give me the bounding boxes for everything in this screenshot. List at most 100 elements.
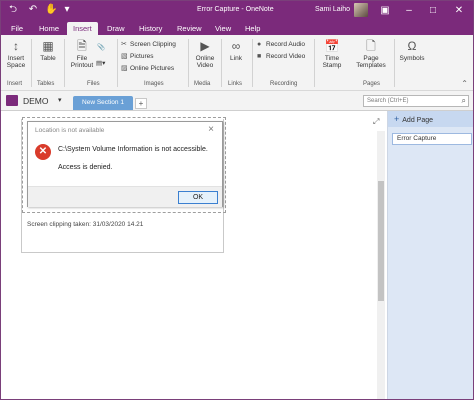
back-icon[interactable]: ⮌	[7, 4, 19, 16]
file-printout-icon: 🗎	[77, 39, 87, 53]
divider	[221, 39, 222, 87]
page-template-icon: 🗋	[366, 39, 376, 53]
symbols-button[interactable]: Ω Symbols	[397, 39, 427, 62]
tab-home[interactable]: Home	[33, 22, 65, 35]
record-audio-label: Record Audio	[266, 41, 306, 48]
title-bar: ⮌ ↶ ✋ ▾ Error Capture - OneNote Sami Lai…	[1, 1, 473, 20]
vertical-scrollbar[interactable]	[377, 131, 385, 399]
tab-help[interactable]: Help	[239, 22, 266, 35]
tab-view[interactable]: View	[209, 22, 237, 35]
scissors-icon: ✂	[121, 41, 127, 48]
maximize-button[interactable]: □	[421, 1, 445, 20]
group-label-images: Images	[144, 81, 164, 87]
page-list-pane: + Add Page Error Capture	[387, 111, 473, 399]
link-icon: ∞	[231, 39, 241, 53]
attach-file-icon[interactable]: 📎	[97, 43, 105, 52]
insert-space-button[interactable]: ↕ Insert Space	[5, 39, 27, 69]
record-video-label: Record Video	[266, 53, 306, 60]
pictures-label: Pictures	[130, 53, 154, 60]
picture-icon: ▧	[121, 53, 128, 60]
time-stamp-button[interactable]: 📅 Time Stamp	[317, 39, 347, 69]
group-label-links: Links	[228, 81, 243, 87]
notebook-name[interactable]: DEMO	[23, 96, 49, 106]
ribbon-display-icon[interactable]: ▣	[373, 1, 397, 20]
divider	[252, 39, 253, 87]
tab-history[interactable]: History	[133, 22, 168, 35]
plus-icon: +	[394, 114, 400, 124]
group-label-pages: Pages	[363, 81, 381, 87]
insert-space-icon: ↕	[13, 39, 19, 53]
table-icon: ▦	[42, 39, 54, 53]
user-name[interactable]: Sami Laiho	[315, 6, 350, 13]
online-picture-icon: ▨	[121, 65, 128, 72]
group-label-files: Files	[87, 81, 100, 87]
screen-clipping-button[interactable]: ✂ Screen Clipping	[121, 40, 176, 49]
time-stamp-label: Time Stamp	[322, 55, 342, 69]
clipping-caption: Screen clipping taken: 31/03/2020 14.21	[27, 221, 144, 228]
scroll-thumb[interactable]	[378, 181, 384, 301]
camera-icon: ■	[257, 53, 262, 60]
onenote-window: ⮌ ↶ ✋ ▾ Error Capture - OneNote Sami Lai…	[0, 0, 474, 400]
tab-draw[interactable]: Draw	[101, 22, 131, 35]
page-list-item[interactable]: Error Capture	[392, 133, 472, 145]
tab-file[interactable]: File	[5, 22, 29, 35]
insert-space-label: Insert Space	[6, 55, 26, 69]
undo-icon[interactable]: ↶	[27, 4, 39, 16]
divider	[117, 39, 118, 87]
ok-button: OK	[178, 191, 218, 204]
pictures-button[interactable]: ▧ Pictures	[121, 52, 153, 61]
tab-insert[interactable]: Insert	[67, 22, 98, 35]
ribbon-tabs: File Home Insert Draw History Review Vie…	[1, 20, 473, 35]
dialog-footer: OK	[28, 186, 222, 207]
tab-review[interactable]: Review	[171, 22, 208, 35]
table-label: Table	[40, 55, 56, 62]
search-icon[interactable]: ⌕	[462, 96, 466, 106]
notebook-bar: DEMO ▾ New Section 1 + Search (Ctrl+E) ⌕	[1, 91, 473, 111]
microphone-icon: ●	[257, 41, 262, 48]
spreadsheet-icon[interactable]: ▤▾	[96, 59, 105, 68]
record-video-button[interactable]: ■ Record Video	[257, 52, 305, 61]
dialog-message-detail: Access is denied.	[58, 164, 113, 171]
avatar[interactable]	[354, 3, 368, 17]
record-audio-button[interactable]: ● Record Audio	[257, 40, 305, 49]
online-video-button[interactable]: ▶ Online Video	[191, 39, 219, 69]
close-button[interactable]: ✕	[447, 1, 471, 20]
error-icon: ✕	[35, 144, 51, 160]
minimize-button[interactable]: –	[397, 1, 421, 20]
add-page-button[interactable]: + Add Page	[388, 111, 473, 127]
section-tab[interactable]: New Section 1	[73, 96, 133, 110]
dialog-message: C:\System Volume Information is not acce…	[58, 146, 208, 153]
chevron-down-icon[interactable]: ▾	[58, 96, 62, 104]
screen-clipping-label: Screen Clipping	[130, 41, 176, 48]
expand-icon[interactable]: ⤢	[373, 117, 379, 127]
chevron-up-icon[interactable]: ⌃	[461, 79, 468, 88]
error-dialog-clipping[interactable]: Location is not available × ✕ C:\System …	[27, 121, 223, 207]
omega-icon: Ω	[407, 39, 417, 53]
online-video-label: Online Video	[195, 55, 215, 69]
divider	[64, 39, 65, 87]
divider	[31, 39, 32, 87]
group-label-tables: Tables	[37, 81, 55, 87]
customize-toolbar-icon[interactable]: ▾	[61, 4, 73, 16]
link-button[interactable]: ∞ Link	[224, 39, 248, 62]
touch-mode-icon[interactable]: ✋	[45, 4, 57, 16]
table-button[interactable]: ▦ Table	[35, 39, 61, 62]
link-label: Link	[230, 55, 242, 62]
ribbon: ↕ Insert Space Insert ▦ Table Tables 🗎 F…	[1, 35, 473, 91]
notebook-icon	[6, 95, 18, 106]
calendar-icon: 📅	[324, 39, 340, 53]
group-label-insert: Insert	[7, 81, 23, 87]
video-icon: ▶	[200, 39, 210, 53]
close-icon: ×	[208, 124, 214, 135]
add-page-label: Add Page	[402, 117, 434, 124]
page-templates-button[interactable]: 🗋 Page Templates	[351, 39, 391, 69]
divider	[394, 39, 395, 87]
symbols-label: Symbols	[399, 55, 425, 62]
window-title: Error Capture - OneNote	[197, 6, 274, 13]
file-printout-button[interactable]: 🗎 File Printout	[67, 39, 97, 69]
file-printout-label: File Printout	[70, 55, 94, 69]
online-pictures-button[interactable]: ▨ Online Pictures	[121, 64, 174, 73]
divider	[188, 39, 189, 87]
search-input[interactable]: Search (Ctrl+E) ⌕	[363, 95, 469, 107]
add-section-button[interactable]: +	[135, 98, 147, 109]
